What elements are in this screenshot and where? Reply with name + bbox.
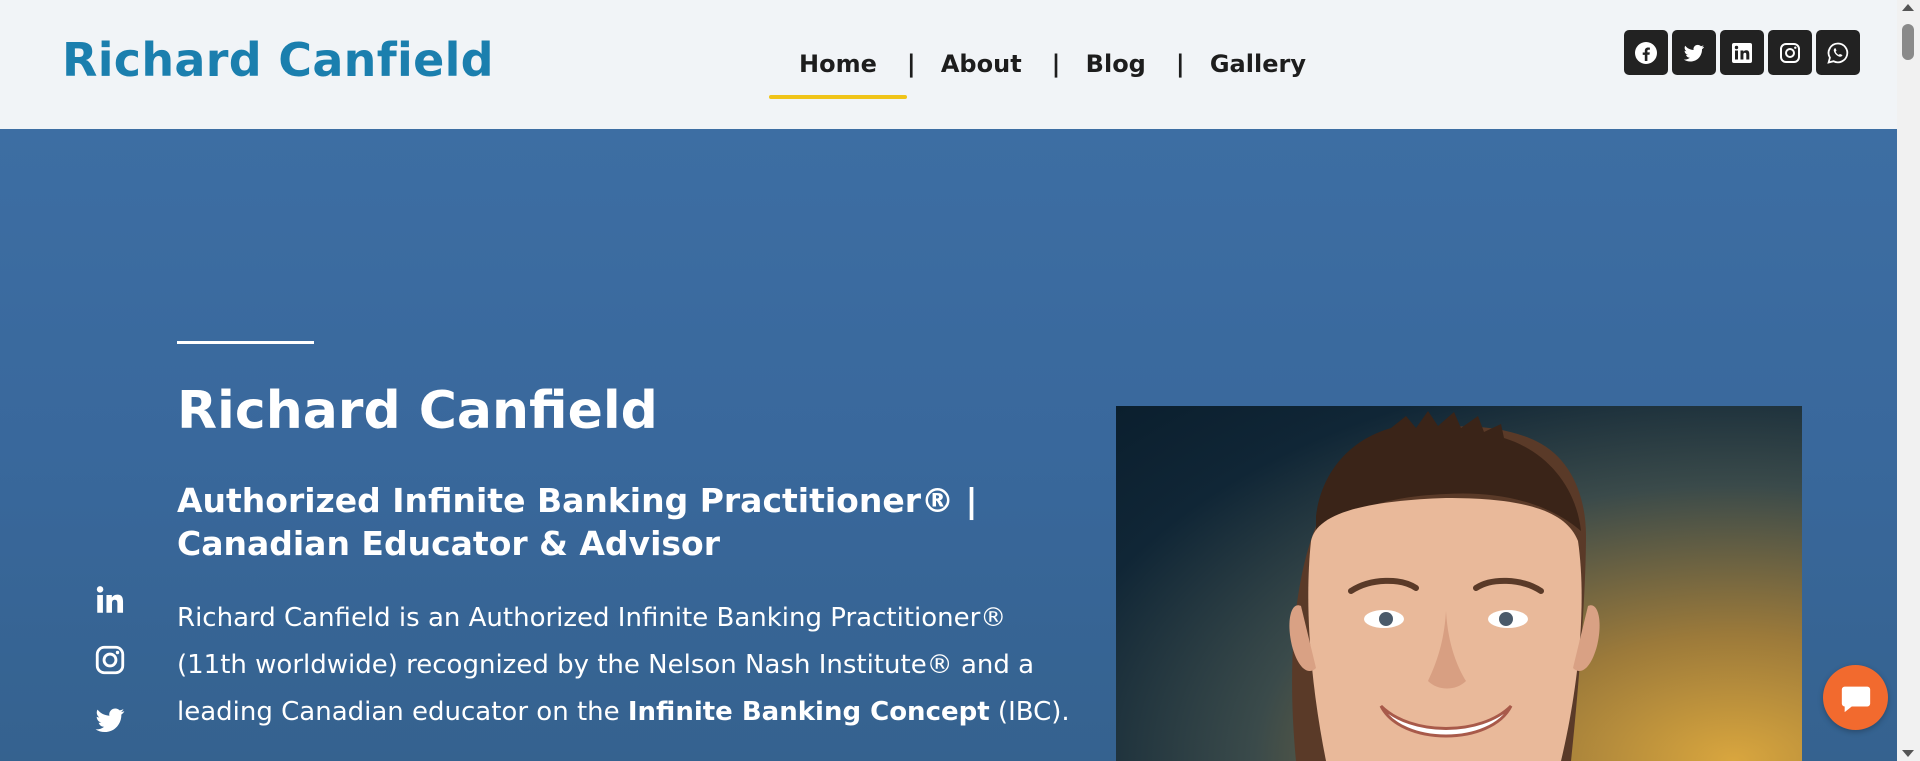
hero-text-end: (IBC). (989, 697, 1070, 727)
nav-about[interactable]: About (911, 47, 1052, 99)
chat-bubble-icon (1841, 686, 1870, 712)
hero-title: Richard Canfield (177, 381, 658, 441)
site-brand[interactable]: Richard Canfield (62, 33, 494, 87)
nav-gallery[interactable]: Gallery (1180, 47, 1336, 99)
hero-portrait (1116, 406, 1802, 761)
side-twitter-link[interactable] (90, 701, 130, 739)
header-social-links (1624, 30, 1860, 75)
side-social-links (90, 581, 130, 739)
hero-section: Richard Canfield Authorized Infinite Ban… (0, 129, 1897, 761)
twitter-button[interactable] (1672, 30, 1716, 75)
linkedin-icon (1732, 42, 1752, 63)
nav-blog[interactable]: Blog (1056, 47, 1176, 99)
whatsapp-button[interactable] (1816, 30, 1860, 75)
page-scrollbar[interactable] (1897, 0, 1920, 761)
facebook-icon (1635, 41, 1657, 64)
main-nav: Home | About | Blog | Gallery (769, 47, 1336, 101)
scroll-down-arrow-icon[interactable] (1902, 750, 1914, 757)
scrollbar-thumb[interactable] (1902, 24, 1914, 60)
scroll-up-arrow-icon[interactable] (1902, 4, 1914, 11)
twitter-icon (1683, 44, 1704, 61)
linkedin-button[interactable] (1720, 30, 1764, 75)
hero-subtitle: Authorized Infinite Banking Practitioner… (177, 481, 978, 563)
linkedin-icon (96, 586, 124, 613)
instagram-icon (95, 645, 125, 675)
hero-description: Richard Canfield is an Authorized Infini… (177, 595, 1077, 736)
nav-home[interactable]: Home (769, 47, 907, 99)
instagram-icon (1780, 42, 1800, 63)
twitter-icon (95, 708, 125, 733)
site-header: Richard Canfield Home | About | Blog | G… (0, 0, 1897, 129)
side-linkedin-link[interactable] (90, 581, 130, 619)
portrait-image (1289, 411, 1600, 761)
whatsapp-icon (1827, 42, 1849, 64)
hero-text-bold: Infinite Banking Concept (627, 697, 990, 727)
chat-button[interactable] (1823, 665, 1888, 730)
hero-accent-line (177, 341, 314, 344)
facebook-button[interactable] (1624, 30, 1668, 75)
instagram-button[interactable] (1768, 30, 1812, 75)
side-instagram-link[interactable] (90, 641, 130, 679)
